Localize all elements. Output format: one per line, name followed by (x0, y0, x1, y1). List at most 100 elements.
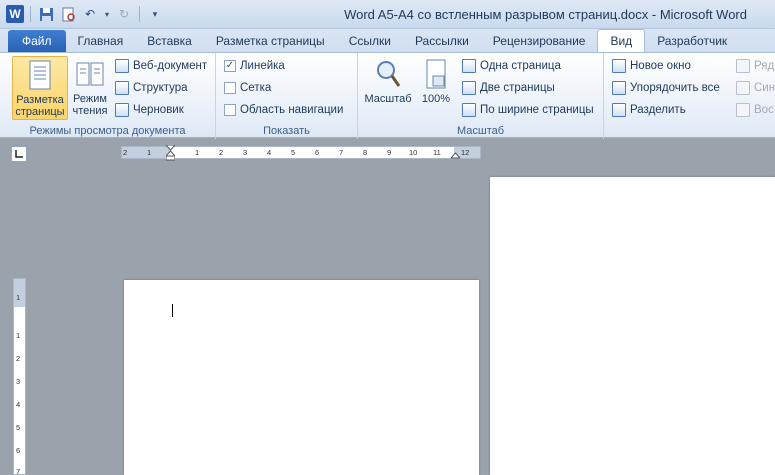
ribbon: Разметка страницы Режим чтения Веб-докум… (0, 52, 775, 139)
outline-icon (115, 81, 129, 95)
two-pages-icon (462, 81, 476, 95)
ruler-tick: 6 (315, 148, 320, 157)
ruler-tick: 2 (123, 148, 128, 157)
sync-scroll-icon (736, 81, 750, 95)
new-window-button[interactable]: Новое окно (612, 56, 691, 76)
ruler-tick: 2 (16, 354, 21, 363)
grid-checkbox[interactable]: Сетка (224, 78, 271, 98)
ruler-tick: 6 (16, 446, 21, 455)
ruler-tick: 5 (291, 148, 296, 157)
ruler-check-icon: ✓ (224, 60, 236, 72)
window-title: Word A5-A4 со встленным разрывом страниц… (344, 7, 747, 22)
qat-separator (139, 6, 140, 22)
group-zoom: Масштаб 100% Одна страница Две страницы … (358, 53, 604, 139)
right-indent-marker-icon[interactable] (451, 152, 460, 159)
two-pages-label: Две страницы (480, 82, 555, 94)
one-page-label: Одна страница (480, 60, 561, 72)
ruler-tick: 1 (16, 293, 21, 302)
arrange-all-button[interactable]: Упорядочить все (612, 78, 720, 98)
side-by-side-label: Ряд (754, 60, 775, 72)
page-width-button[interactable]: По ширине страницы (462, 100, 594, 120)
ruler-tick: 2 (219, 148, 224, 157)
tab-view[interactable]: Вид (597, 29, 646, 52)
ruler-label: Линейка (240, 60, 285, 72)
reset-position-button[interactable]: Вос (736, 100, 774, 120)
print-preview-icon[interactable] (59, 5, 77, 23)
outline-button[interactable]: Структура (115, 78, 188, 98)
ruler-tick: 1 (195, 148, 200, 157)
title-bar: W ↶ ▾ ↻ ▾ Word A5-A4 со встленным разрыв… (0, 0, 775, 29)
draft-button[interactable]: Черновик (115, 100, 184, 120)
sync-scroll-button[interactable]: Син (736, 78, 775, 98)
web-layout-button[interactable]: Веб-документ (115, 56, 207, 76)
tab-review[interactable]: Рецензирование (481, 30, 598, 52)
quick-access-toolbar: W ↶ ▾ ↻ ▾ (6, 5, 164, 23)
draft-icon (115, 103, 129, 117)
indent-marker-icon[interactable] (166, 145, 175, 161)
undo-icon[interactable]: ↶ (81, 5, 99, 23)
tab-mailings[interactable]: Рассылки (403, 30, 481, 52)
one-page-icon (462, 59, 476, 73)
reading-mode-icon (74, 58, 106, 90)
horizontal-ruler[interactable]: 2 1 1 2 3 4 5 6 7 8 9 10 11 12 (121, 145, 481, 161)
tab-file[interactable]: Файл (8, 30, 66, 52)
tab-insert[interactable]: Вставка (135, 30, 204, 52)
grid-check-icon (224, 82, 236, 94)
two-pages-button[interactable]: Две страницы (462, 78, 555, 98)
sync-scroll-label: Син (754, 82, 775, 94)
ruler-tick: 9 (387, 148, 392, 157)
vertical-ruler[interactable]: 1 1 2 3 4 5 6 7 (13, 278, 26, 475)
document-page-a5[interactable] (124, 280, 479, 475)
zoom-button[interactable]: Масштаб (362, 56, 414, 120)
ruler-tick: 5 (16, 423, 21, 432)
ruler-tick: 4 (16, 400, 21, 409)
ruler-tick: 1 (16, 331, 21, 340)
split-button[interactable]: Разделить (612, 100, 686, 120)
arrange-all-label: Упорядочить все (630, 82, 720, 94)
group-label-view-modes: Режимы просмотра документа (29, 125, 186, 137)
tab-stop-selector[interactable] (11, 146, 27, 162)
ruler-tick: 12 (461, 148, 470, 157)
web-layout-icon (115, 59, 129, 73)
navigation-pane-label: Область навигации (240, 104, 344, 116)
ruler-tick: 11 (433, 148, 441, 157)
side-by-side-icon (736, 59, 750, 73)
zoom-100-button[interactable]: 100% (418, 56, 454, 120)
word-logo-icon[interactable]: W (6, 5, 24, 23)
reset-position-icon (736, 103, 750, 117)
zoom-label: Масштаб (364, 93, 412, 105)
tab-page-layout[interactable]: Разметка страницы (204, 30, 337, 52)
document-page-a4[interactable] (490, 177, 775, 475)
draft-label: Черновик (133, 104, 184, 116)
outline-label: Структура (133, 82, 188, 94)
ruler-checkbox[interactable]: ✓ Линейка (224, 56, 285, 76)
print-layout-button[interactable]: Разметка страницы (12, 56, 68, 120)
ruler-tick: 4 (267, 148, 272, 157)
customize-qat-icon[interactable]: ▾ (146, 5, 164, 23)
split-label: Разделить (630, 104, 686, 116)
save-icon[interactable] (37, 5, 55, 23)
qat-separator (30, 6, 31, 22)
reset-position-label: Вос (754, 104, 774, 116)
ruler-tick: 7 (339, 148, 344, 157)
group-window: Новое окно Упорядочить все Разделить Ряд… (604, 53, 775, 139)
arrange-all-icon (612, 81, 626, 95)
ruler-tick: 8 (363, 148, 368, 157)
text-cursor (172, 304, 173, 317)
tab-home[interactable]: Главная (66, 30, 136, 52)
reading-mode-button[interactable]: Режим чтения (70, 56, 110, 120)
ribbon-tabs: Файл Главная Вставка Разметка страницы С… (0, 29, 775, 52)
new-window-icon (612, 59, 626, 73)
page-width-label: По ширине страницы (480, 104, 594, 116)
tab-developer[interactable]: Разработчик (645, 30, 739, 52)
redo-icon[interactable]: ↻ (115, 5, 133, 23)
web-layout-label: Веб-документ (133, 60, 208, 72)
side-by-side-button[interactable]: Ряд (736, 56, 774, 76)
undo-dropdown-icon[interactable]: ▾ (103, 5, 111, 23)
ruler-left-margin (122, 147, 170, 158)
ruler-tick: 1 (147, 148, 152, 157)
one-page-button[interactable]: Одна страница (462, 56, 561, 76)
tab-references[interactable]: Ссылки (337, 30, 403, 52)
navigation-pane-checkbox[interactable]: Область навигации (224, 100, 343, 120)
grid-label: Сетка (240, 82, 272, 94)
